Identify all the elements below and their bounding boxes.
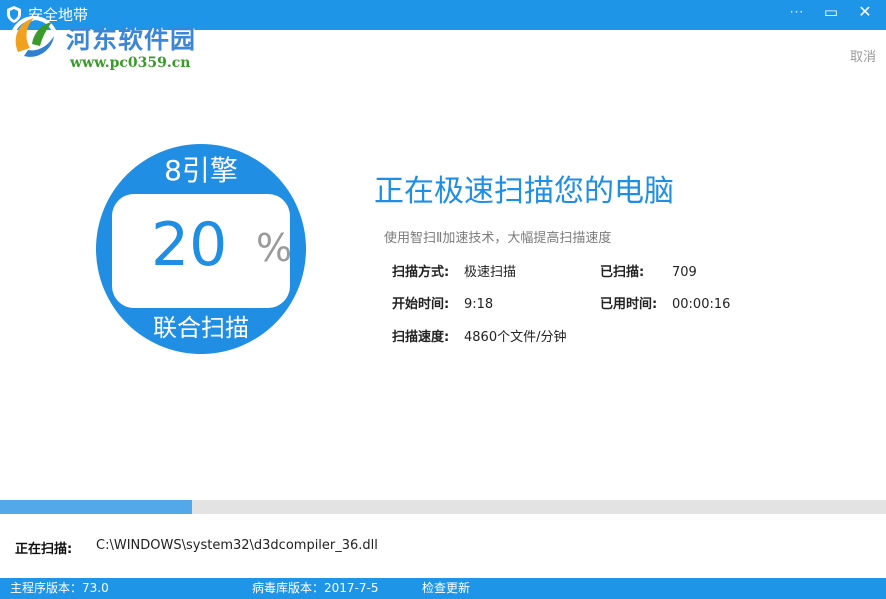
scan-percent: 20 [151,210,227,280]
close-button[interactable]: ✕ [850,0,880,24]
page-title: 正在极速扫描您的电脑 [374,172,674,212]
info-start-time: 开始时间: [392,296,449,314]
scanning-file-path: C:\WINDOWS\system32\d3dcompiler_36.dll [96,538,378,553]
info-scanned-value: 709 [672,264,697,282]
cancel-button[interactable]: 取消 [850,46,876,65]
info-scan-mode-value: 极速扫描 [464,264,516,282]
info-speed-value: 4860个文件/分钟 [464,329,566,347]
info-start-time-value: 9:18 [464,296,493,314]
watermark: 河东软件园 www.pc0359.cn [4,8,214,70]
scan-progress-bar [0,500,886,514]
check-update-link[interactable]: 检查更新 [422,578,470,599]
info-label: 扫描方式: [392,265,449,280]
info-label: 已用时间: [600,297,657,312]
maximize-button[interactable]: ▭ [816,0,846,24]
scan-gauge: 8引擎 20 % 联合扫描 [96,142,306,356]
scan-mode-label: 联合扫描 [96,314,306,342]
info-label: 扫描速度: [392,330,449,345]
status-bar: 主程序版本：73.0 病毒库版本：2017-7-5 检查更新 [0,578,886,599]
program-version: 主程序版本：73.0 [10,578,109,599]
info-scanned: 已扫描: [600,264,644,282]
minimize-button[interactable]: ··· [782,0,812,24]
info-label: 开始时间: [392,297,449,312]
info-speed: 扫描速度: [392,329,449,347]
scan-progress-fill [0,500,192,514]
watermark-url: www.pc0359.cn [70,55,190,71]
info-elapsed-value: 00:00:16 [672,296,730,314]
scanning-label: 正在扫描: [15,538,72,557]
watermark-title: 河东软件园 [66,20,196,56]
watermark-logo-icon [4,8,66,70]
engine-count: 8引擎 [96,156,306,186]
subtitle: 使用智扫Ⅱ加速技术，大幅提高扫描速度 [384,227,611,246]
virus-db-version: 病毒库版本：2017-7-5 [252,578,378,599]
info-elapsed: 已用时间: [600,296,657,314]
percent-unit: % [256,226,292,270]
info-label: 已扫描: [600,265,644,280]
info-scan-mode: 扫描方式: [392,264,449,282]
